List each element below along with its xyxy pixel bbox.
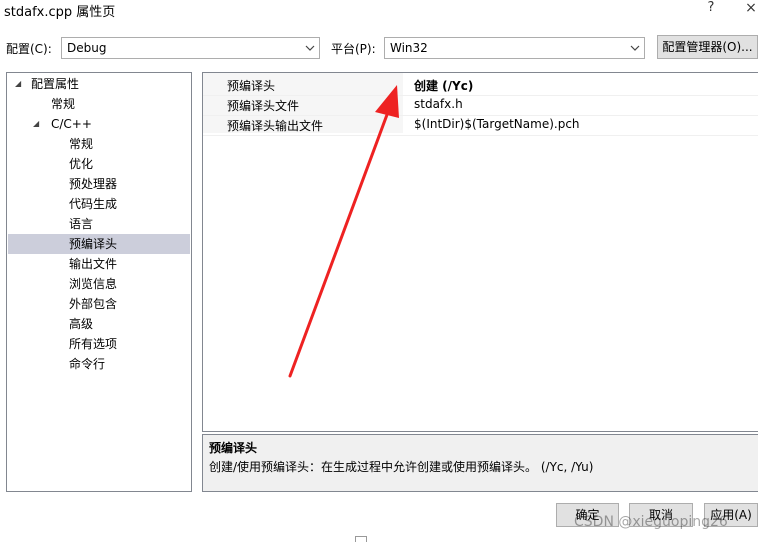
- config-dropdown[interactable]: Debug: [61, 37, 320, 59]
- window-title: stdafx.cpp 属性页: [4, 5, 116, 20]
- property-value[interactable]: $(IntDir)$(TargetName).pch: [414, 117, 580, 131]
- chevron-down-icon: [305, 45, 315, 51]
- platform-dropdown[interactable]: Win32: [384, 37, 645, 59]
- property-value[interactable]: 创建 (/Yc): [414, 77, 473, 94]
- description-title: 预编译头: [209, 441, 258, 455]
- property-name: 预编译头: [227, 79, 276, 93]
- platform-label: 平台(P):: [331, 42, 376, 56]
- property-grid[interactable]: 预编译头 创建 (/Yc) 预编译头文件 stdafx.h 预编译头输出文件 $…: [202, 72, 758, 432]
- config-manager-button[interactable]: 配置管理器(O)...: [657, 35, 758, 59]
- config-value: Debug: [67, 41, 107, 55]
- platform-value: Win32: [390, 41, 428, 55]
- property-tree[interactable]: ◢ 配置属性 常规 ◢ C/C++ 常规 优化 预处理器 代码生成 语言 预编译…: [6, 72, 192, 492]
- tree-item-cpp[interactable]: C/C++: [51, 114, 92, 134]
- description-pane: 预编译头 创建/使用预编译头：在生成过程中允许创建或使用预编译头。 (/Yc, …: [202, 434, 758, 492]
- title-bar: stdafx.cpp 属性页 ? ×: [0, 0, 758, 22]
- tree-item-all-options[interactable]: 所有选项: [69, 334, 117, 354]
- property-name: 预编译头输出文件: [227, 119, 324, 133]
- property-name: 预编译头文件: [227, 99, 300, 113]
- tree-item-cpp-general[interactable]: 常规: [69, 134, 93, 154]
- tree-item-command-line[interactable]: 命令行: [69, 354, 105, 374]
- tree-item-external-includes[interactable]: 外部包含: [69, 294, 117, 314]
- tree-item-precompiled-headers[interactable]: 预编译头: [8, 234, 190, 254]
- grid-row[interactable]: 预编译头 创建 (/Yc): [203, 75, 758, 96]
- expand-triangle-icon[interactable]: ◢: [15, 74, 25, 94]
- help-button[interactable]: ?: [700, 0, 722, 20]
- tree-item-advanced[interactable]: 高级: [69, 314, 93, 334]
- tree-item-config-properties[interactable]: 配置属性: [31, 74, 79, 94]
- tree-item-preprocessor[interactable]: 预处理器: [69, 174, 117, 194]
- tree-item-code-generation[interactable]: 代码生成: [69, 194, 117, 214]
- close-button[interactable]: ×: [740, 0, 758, 20]
- chevron-down-icon: [630, 45, 640, 51]
- watermark: CSDN @xieguoping26: [574, 514, 728, 530]
- tree-item-output-files[interactable]: 输出文件: [69, 254, 117, 274]
- config-label: 配置(C):: [6, 42, 52, 56]
- expand-triangle-icon[interactable]: ◢: [33, 114, 43, 134]
- description-text: 创建/使用预编译头：在生成过程中允许创建或使用预编译头。 (/Yc, /Yu): [209, 460, 594, 474]
- grid-row[interactable]: 预编译头输出文件 $(IntDir)$(TargetName).pch: [203, 115, 758, 136]
- grid-row[interactable]: 预编译头文件 stdafx.h: [203, 95, 758, 116]
- property-value[interactable]: stdafx.h: [414, 97, 463, 111]
- tree-item-language[interactable]: 语言: [69, 214, 93, 234]
- tree-item-general[interactable]: 常规: [51, 94, 75, 114]
- tree-item-browse-information[interactable]: 浏览信息: [69, 274, 117, 294]
- resize-grip-icon: [355, 536, 367, 542]
- tree-item-optimization[interactable]: 优化: [69, 154, 93, 174]
